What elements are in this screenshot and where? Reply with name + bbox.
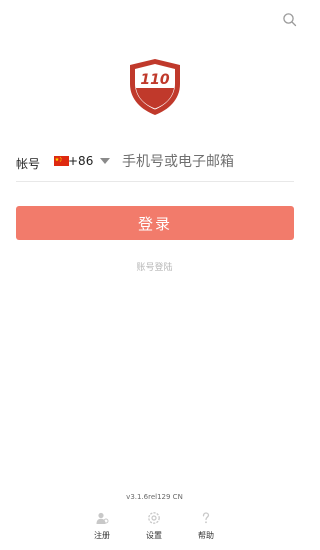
bottom-nav: 注册 设置 帮助 — [0, 509, 309, 545]
account-row: 帐号 +86 — [16, 140, 294, 182]
register-label: 注册 — [94, 531, 110, 540]
app-logo: 110 — [128, 58, 182, 116]
version-label: v3.1.6rel129 CN — [126, 493, 183, 501]
input-divider — [16, 181, 294, 182]
login-button[interactable]: 登录 — [16, 206, 294, 240]
search-button[interactable] — [281, 11, 299, 29]
phone-email-input[interactable] — [122, 148, 290, 176]
country-code: +86 — [68, 154, 94, 168]
logo-text: 110 — [140, 72, 169, 88]
settings-label: 设置 — [146, 531, 162, 540]
chevron-down-icon — [100, 158, 110, 164]
user-icon — [96, 512, 109, 524]
settings-button[interactable]: 设置 — [134, 509, 174, 545]
account-login-link[interactable]: 账号登陆 — [0, 260, 309, 273]
help-label: 帮助 — [198, 531, 214, 540]
help-button[interactable]: 帮助 — [186, 509, 226, 545]
register-button[interactable]: 注册 — [82, 509, 122, 545]
help-icon — [202, 512, 210, 524]
country-code-picker[interactable]: +86 — [54, 150, 124, 172]
china-flag-icon — [54, 156, 69, 166]
gear-icon — [148, 512, 160, 524]
search-icon — [283, 13, 297, 27]
account-label: 帐号 — [16, 157, 41, 171]
login-screen: 110 帐号 +86 登录 账号登陆 v3.1.6rel129 CN — [0, 0, 309, 550]
